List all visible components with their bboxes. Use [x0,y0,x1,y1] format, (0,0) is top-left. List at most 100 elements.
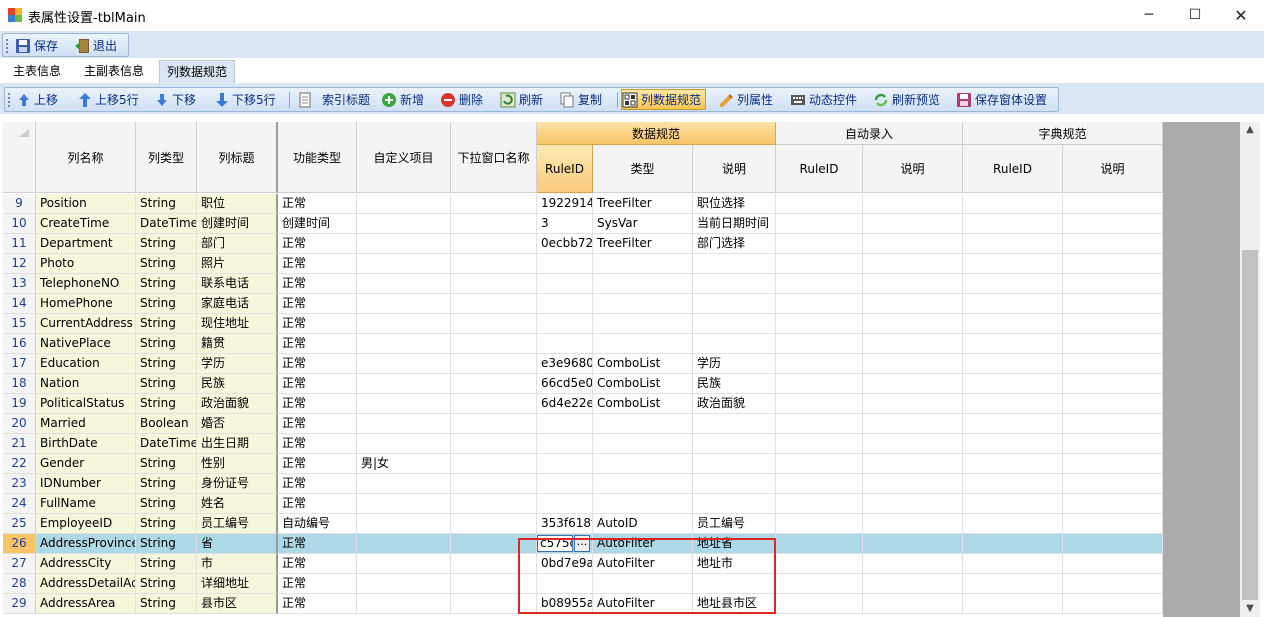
cell-dropdown-name[interactable] [451,394,537,414]
cell-dropdown-name[interactable] [451,334,537,354]
cell-column-type[interactable]: DateTime [136,214,197,234]
row-number[interactable]: 19 [3,394,36,414]
cell-dict-rule-id[interactable] [963,414,1063,434]
cell-column-title[interactable]: 性别 [197,454,278,474]
cell-auto-desc[interactable] [863,414,963,434]
cell-dict-rule-id[interactable] [963,574,1063,594]
exit-button[interactable]: 退出 [74,36,117,56]
cell-data-rule-desc[interactable]: 当前日期时间 [693,214,776,234]
cell-function-type[interactable]: 正常 [278,594,357,614]
cell-column-title[interactable]: 现住地址 [197,314,278,334]
cell-column-name[interactable]: CurrentAddress [36,314,136,334]
cell-column-type[interactable]: String [136,234,197,254]
cell-dict-desc[interactable] [1063,534,1163,554]
cell-function-type[interactable]: 正常 [278,574,357,594]
cell-data-rule-desc[interactable] [693,474,776,494]
cell-dict-desc[interactable] [1063,574,1163,594]
cell-column-type[interactable]: DateTime [136,434,197,454]
cell-function-type[interactable]: 正常 [278,194,357,214]
cell-auto-desc[interactable] [863,494,963,514]
vertical-scrollbar[interactable]: ▲ ▼ [1240,122,1260,617]
cell-custom-item[interactable] [357,214,451,234]
cell-auto-rule-id[interactable] [776,494,863,514]
cell-function-type[interactable]: 正常 [278,474,357,494]
cell-data-rule-desc[interactable] [693,314,776,334]
table-row[interactable]: 15 CurrentAddress String 现住地址 正常 [0,314,1163,334]
cell-data-rule-id[interactable] [537,474,593,494]
cell-data-rule-type[interactable] [593,474,693,494]
scrollbar-thumb[interactable] [1242,250,1258,600]
cell-auto-rule-id[interactable] [776,414,863,434]
cell-dropdown-name[interactable] [451,474,537,494]
cell-column-title[interactable]: 市 [197,554,278,574]
cell-data-rule-type[interactable] [593,494,693,514]
cell-data-rule-desc[interactable] [693,434,776,454]
cell-column-type[interactable]: String [136,314,197,334]
cell-column-name[interactable]: Gender [36,454,136,474]
cell-dict-desc[interactable] [1063,414,1163,434]
cell-data-rule-id[interactable] [537,314,593,334]
cell-auto-rule-id[interactable] [776,514,863,534]
cell-data-rule-type[interactable] [593,434,693,454]
table-row[interactable]: 22 Gender String 性别 正常 男|女 [0,454,1163,474]
cell-function-type[interactable]: 正常 [278,554,357,574]
cell-data-rule-desc[interactable]: 职位选择 [693,194,776,214]
cell-auto-desc[interactable] [863,354,963,374]
cell-column-name[interactable]: HomePhone [36,294,136,314]
row-number[interactable]: 13 [3,274,36,294]
cell-dict-rule-id[interactable] [963,314,1063,334]
cell-column-title[interactable]: 学历 [197,354,278,374]
cell-auto-rule-id[interactable] [776,334,863,354]
cell-column-name[interactable]: AddressProvince [36,534,136,554]
tab-main-table-info[interactable]: 主表信息 [6,60,68,83]
cell-data-rule-id[interactable]: 353f618f [537,514,593,534]
table-row[interactable]: 18 Nation String 民族 正常 66cd5e0 ComboList 民族 [0,374,1163,394]
cell-auto-rule-id[interactable] [776,274,863,294]
cell-data-rule-type[interactable] [593,274,693,294]
cell-custom-item[interactable]: 男|女 [357,454,451,474]
cell-data-rule-type[interactable] [593,414,693,434]
cell-data-rule-id[interactable]: 3 [537,214,593,234]
grid-corner-select-all[interactable] [3,122,36,193]
table-row[interactable]: 13 TelephoneNO String 联系电话 正常 [0,274,1163,294]
cell-dict-rule-id[interactable] [963,514,1063,534]
cell-auto-rule-id[interactable] [776,214,863,234]
tab-main-sub-table-info[interactable]: 主副表信息 [77,60,151,83]
cell-custom-item[interactable] [357,554,451,574]
table-row[interactable]: 10 CreateTime DateTime 创建时间 创建时间 3 SysVar 当前日期时… [0,214,1163,234]
cell-dropdown-name[interactable] [451,234,537,254]
cell-column-name[interactable]: Married [36,414,136,434]
header-auto-rule-id[interactable]: RuleID [776,145,863,193]
cell-function-type[interactable]: 正常 [278,294,357,314]
cell-custom-item[interactable] [357,294,451,314]
cell-auto-desc[interactable] [863,434,963,454]
column-data-rule-button[interactable]: 列数据规范 [621,89,707,110]
table-row[interactable]: 11 Department String 部门 正常 0ecbb72 TreeFilter 部… [0,234,1163,254]
cell-auto-desc[interactable] [863,594,963,614]
cell-auto-rule-id[interactable] [776,394,863,414]
cell-column-title[interactable]: 婚否 [197,414,278,434]
toolstrip-grip[interactable] [6,39,8,53]
cell-column-title[interactable]: 姓名 [197,494,278,514]
cell-dict-desc[interactable] [1063,434,1163,454]
table-row[interactable]: 24 FullName String 姓名 正常 [0,494,1163,514]
move-up-button[interactable]: 上移 [17,90,58,110]
cell-function-type[interactable]: 正常 [278,394,357,414]
cell-dict-rule-id[interactable] [963,254,1063,274]
cell-column-type[interactable]: Boolean [136,414,197,434]
cell-data-rule-type[interactable] [593,314,693,334]
cell-column-name[interactable]: Position [36,194,136,214]
header-dict-desc[interactable]: 说明 [1063,145,1163,193]
cell-auto-rule-id[interactable] [776,234,863,254]
cell-column-name[interactable]: AddressArea [36,594,136,614]
cell-dict-desc[interactable] [1063,494,1163,514]
cell-data-rule-id[interactable] [537,274,593,294]
row-number[interactable]: 18 [3,374,36,394]
cell-dropdown-name[interactable] [451,434,537,454]
row-number[interactable]: 24 [3,494,36,514]
cell-auto-rule-id[interactable] [776,314,863,334]
cell-auto-rule-id[interactable] [776,594,863,614]
cell-data-rule-id[interactable]: 1922914 [537,194,593,214]
cell-custom-item[interactable] [357,474,451,494]
table-row[interactable]: 19 PoliticalStatus String 政治面貌 正常 6d4e22e Comb… [0,394,1163,414]
